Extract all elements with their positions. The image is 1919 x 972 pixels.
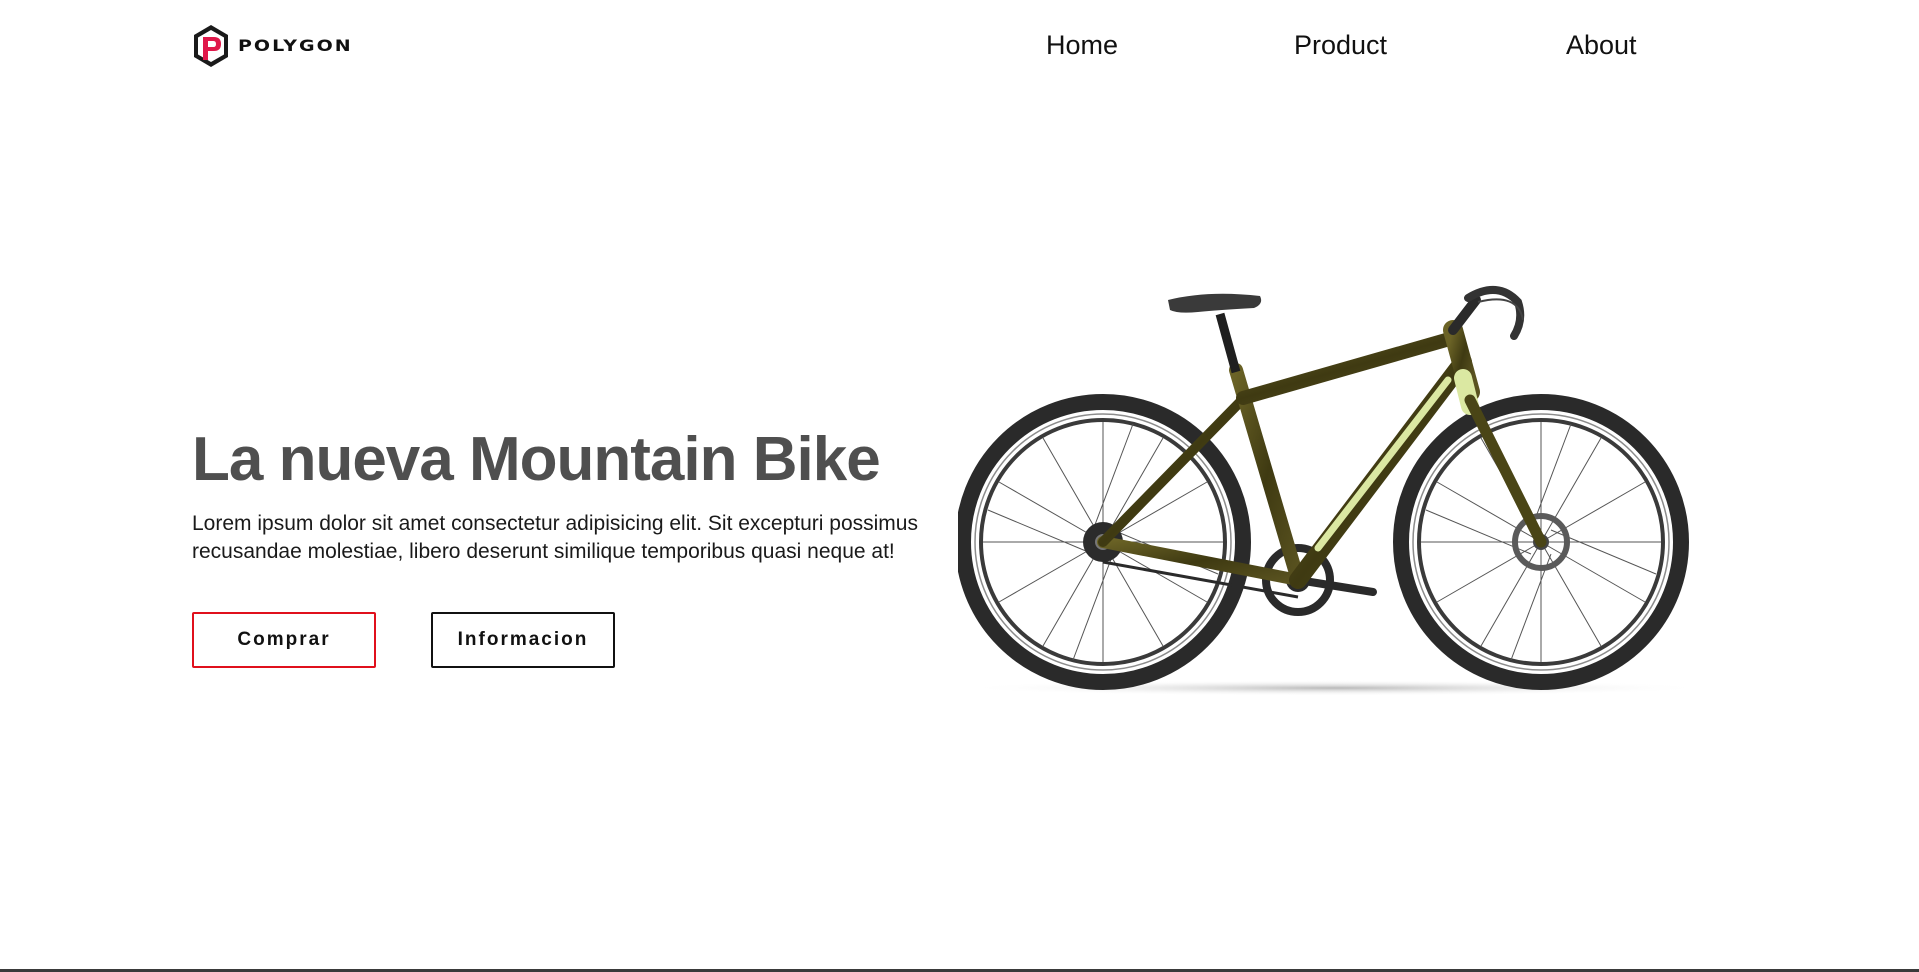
brand-logo[interactable]: POLYGON <box>192 24 353 68</box>
hero-title: La nueva Mountain Bike <box>192 425 881 494</box>
nav-link-product[interactable]: Product <box>1294 30 1387 61</box>
landing-page: POLYGON Home Product About La nueva Moun… <box>0 0 1919 972</box>
info-button[interactable]: Informacion <box>431 612 615 668</box>
polygon-logo-icon <box>194 25 228 67</box>
main-nav: Home Product About <box>1000 30 1720 70</box>
hero-description: Lorem ipsum dolor sit amet consectetur a… <box>192 512 918 563</box>
buy-button[interactable]: Comprar <box>192 612 376 668</box>
nav-link-home[interactable]: Home <box>1046 30 1118 61</box>
bicycle-image <box>958 286 1710 696</box>
brand-name: POLYGON <box>238 36 353 56</box>
nav-link-about[interactable]: About <box>1566 30 1637 61</box>
